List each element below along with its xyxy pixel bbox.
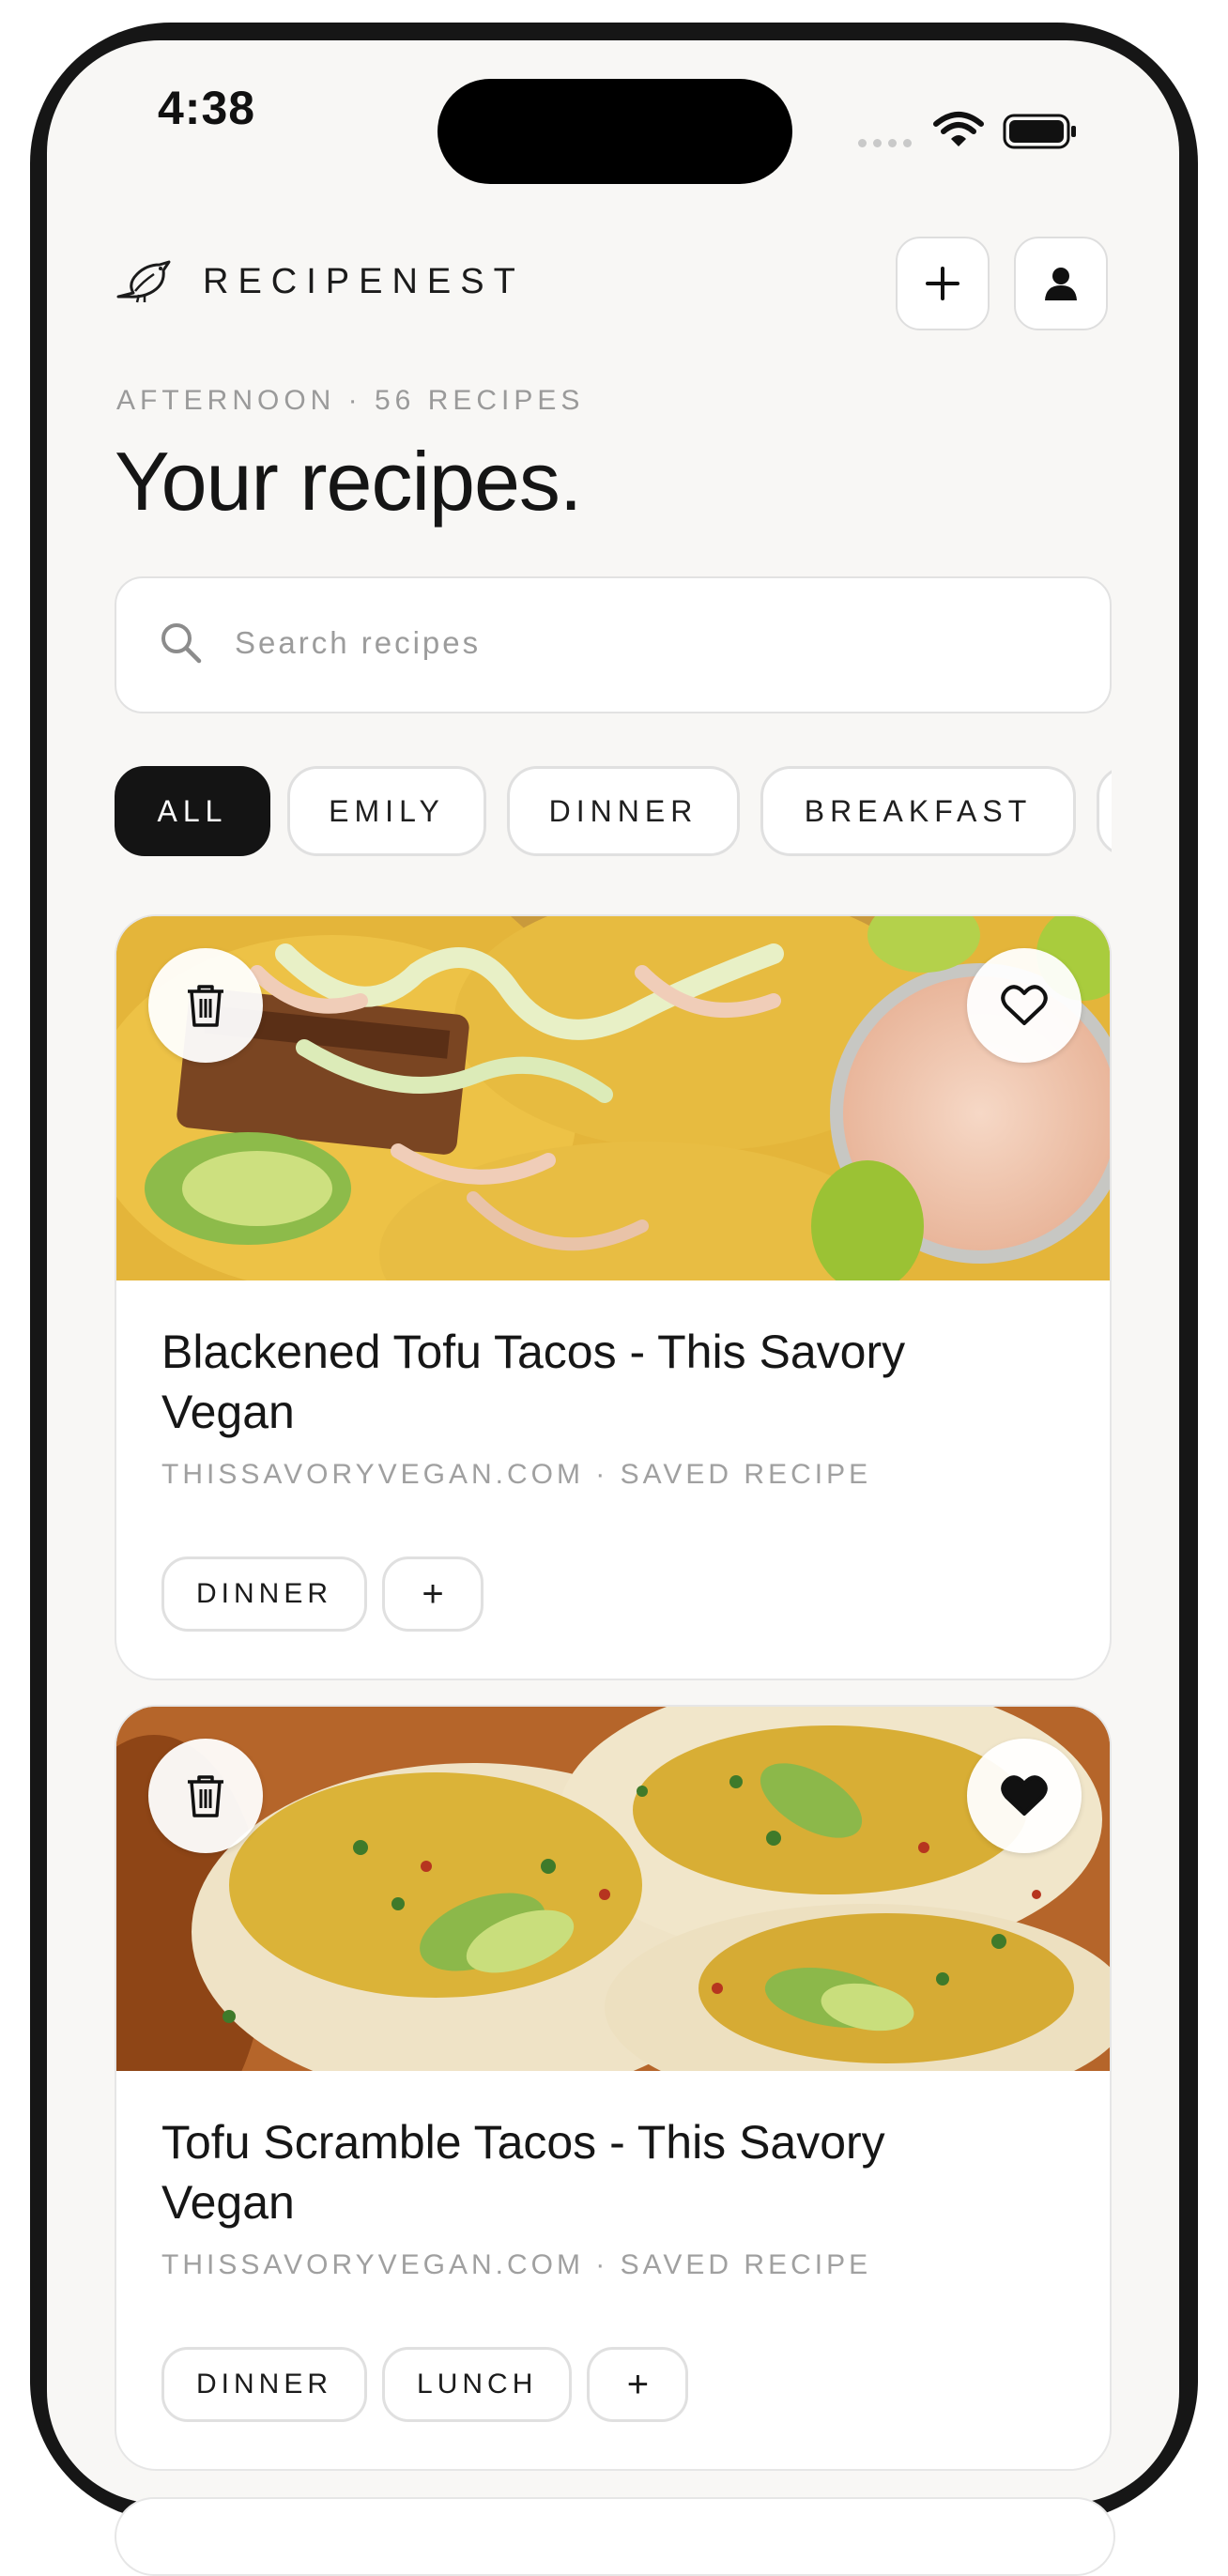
plus-icon: [926, 267, 959, 300]
add-tag-button[interactable]: +: [382, 1556, 484, 1632]
signal-icon: [858, 139, 912, 147]
filter-chip-breakfast[interactable]: BREAKFAST: [760, 766, 1076, 856]
delete-recipe-button[interactable]: [148, 1739, 263, 1853]
recipe-card[interactable]: Blackened Tofu Tacos - This Savory Vegan…: [115, 914, 1112, 1680]
brand-name: RECIPENEST: [203, 261, 525, 301]
search-input[interactable]: Search recipes: [115, 576, 1112, 713]
add-tag-button[interactable]: +: [587, 2347, 689, 2422]
filter-chip-more[interactable]: [1097, 766, 1112, 856]
profile-button[interactable]: [1014, 237, 1108, 330]
search-icon: [161, 623, 202, 664]
dynamic-island: [437, 79, 792, 184]
next-recipe-card-peek: [115, 2497, 1115, 2576]
recipe-title: Tofu Scramble Tacos - This Savory Vegan: [161, 2116, 885, 2229]
page-title: Your recipes.: [115, 435, 582, 528]
trash-icon: [188, 985, 223, 1027]
trash-icon: [188, 1775, 223, 1817]
heart-icon: [1001, 1775, 1048, 1816]
tag-dinner[interactable]: DINNER: [161, 2347, 368, 2422]
wifi-icon: [933, 112, 984, 146]
filter-chip-dinner[interactable]: DINNER: [507, 766, 740, 856]
add-recipe-button[interactable]: [896, 237, 990, 330]
tag-dinner[interactable]: DINNER: [161, 1556, 368, 1632]
filter-chip-emily[interactable]: EMILY: [287, 766, 486, 856]
heart-icon: [1001, 985, 1048, 1025]
recipe-meta: THISSAVORYVEGAN.COM · SAVED RECIPE: [161, 2249, 872, 2280]
tofu-tacos-photo: [116, 916, 1110, 1280]
recipe-title: Blackened Tofu Tacos - This Savory Vegan: [161, 1326, 906, 1438]
recipe-meta: THISSAVORYVEGAN.COM · SAVED RECIPE: [161, 1459, 872, 1490]
scramble-tacos-photo: [116, 1707, 1110, 2071]
recipe-card[interactable]: Tofu Scramble Tacos - This Savory Vegan …: [115, 1705, 1112, 2471]
status-time: 4:38: [158, 82, 256, 134]
filter-chip-all[interactable]: ALL: [115, 766, 270, 856]
user-icon: [1045, 268, 1077, 300]
search-placeholder: Search recipes: [235, 625, 482, 660]
bird-icon: [116, 260, 171, 303]
battery-icon: [1003, 114, 1076, 149]
tag-lunch[interactable]: LUNCH: [382, 2347, 573, 2422]
recipe-tags: DINNER +: [161, 1556, 484, 1632]
favorite-button[interactable]: [967, 948, 1082, 1063]
greeting-kicker: AFTERNOON · 56 RECIPES: [116, 385, 585, 416]
recipe-tags: DINNER LUNCH +: [161, 2347, 689, 2422]
app-brand: RECIPENEST: [115, 259, 525, 304]
delete-recipe-button[interactable]: [148, 948, 263, 1063]
filter-chips: ALL EMILY DINNER BREAKFAST: [115, 766, 1112, 856]
favorite-button[interactable]: [967, 1739, 1082, 1853]
